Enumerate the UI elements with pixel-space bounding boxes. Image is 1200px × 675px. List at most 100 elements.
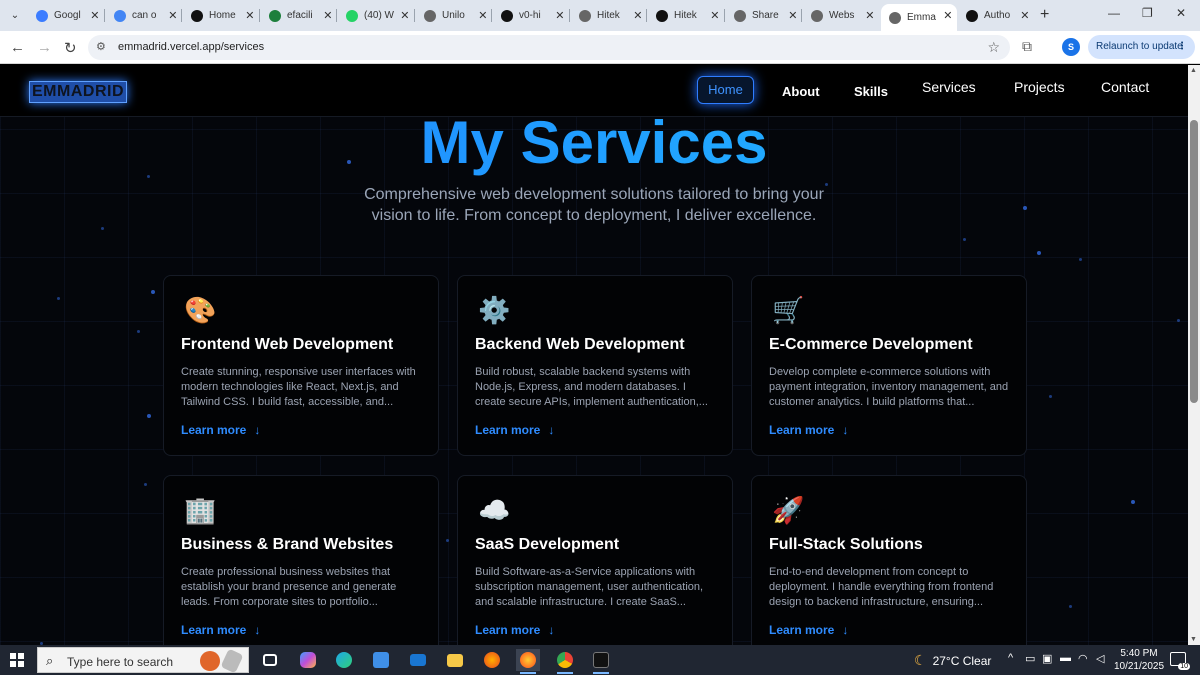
tab-close-icon[interactable]: ✕ (168, 9, 177, 22)
microsoft-store-icon[interactable] (369, 649, 393, 671)
nav-about[interactable]: About (782, 84, 820, 99)
mail-icon[interactable] (406, 649, 430, 671)
tab-close-icon[interactable]: ✕ (788, 9, 797, 22)
tab-title: Autho (984, 10, 1011, 21)
nav-projects[interactable]: Projects (1014, 79, 1065, 95)
basketball-search-highlight-icon[interactable] (200, 651, 220, 671)
new-tab-plus-icon[interactable]: + (1040, 6, 1049, 24)
learn-more-link[interactable]: Learn more ↓ (475, 623, 554, 637)
vercel-icon (966, 9, 978, 22)
search-highlight-pin-icon[interactable] (220, 648, 244, 674)
browser-tab[interactable]: (40) W ✕ (338, 4, 414, 27)
browser-tab[interactable]: Googl ✕ (28, 4, 104, 27)
page-scrollbar[interactable]: ▲ ▼ (1188, 65, 1200, 645)
page-viewport: EMMADRID Home About Skills Services Proj… (0, 65, 1188, 645)
tab-close-icon[interactable]: ✕ (710, 9, 719, 22)
wifi-icon[interactable]: ◠ (1078, 652, 1088, 665)
browser-tab[interactable]: Unilo ✕ (416, 4, 492, 27)
tab-title: Hitek (597, 10, 620, 21)
address-bar[interactable]: ⚙ emmadrid.vercel.app/services ☆ (88, 35, 1010, 60)
file-explorer-icon[interactable] (443, 649, 467, 671)
scroll-down-arrow-icon[interactable]: ▼ (1190, 636, 1197, 643)
learn-more-link[interactable]: Learn more ↓ (769, 423, 848, 437)
browser-tab[interactable]: Home ✕ (183, 4, 259, 27)
browser-tab[interactable]: Hitek ✕ (648, 4, 724, 27)
scroll-up-arrow-icon[interactable]: ▲ (1190, 67, 1197, 74)
tab-close-icon[interactable]: ✕ (323, 9, 332, 22)
relaunch-to-update-button[interactable]: Relaunch to update ⋮ (1088, 35, 1195, 59)
nav-skills[interactable]: Skills (854, 84, 888, 99)
speaker-icon[interactable]: ◁ (1096, 652, 1104, 665)
particle-dot (101, 227, 104, 230)
learn-more-link[interactable]: Learn more ↓ (181, 423, 260, 437)
tab-close-icon[interactable]: ✕ (943, 9, 952, 22)
learn-more-link[interactable]: Learn more ↓ (475, 423, 554, 437)
browser-tab[interactable]: Webs ✕ (803, 4, 879, 27)
notification-center-icon[interactable]: 10 (1170, 652, 1190, 670)
service-card-frontend[interactable]: 🎨 Frontend Web Development Create stunni… (163, 275, 439, 456)
tray-app-icon[interactable]: ▭ (1025, 652, 1035, 665)
service-card-business[interactable]: 🏢 Business & Brand Websites Create profe… (163, 475, 439, 645)
windows-start-icon[interactable] (10, 653, 24, 667)
close-window-icon[interactable]: ✕ (1176, 6, 1186, 20)
profile-avatar[interactable]: S (1062, 38, 1080, 56)
service-card-saas[interactable]: ☁️ SaaS Development Build Software-as-a-… (457, 475, 733, 645)
weather-widget[interactable]: ☾ 27°C Clear (914, 652, 991, 669)
firefox-icon[interactable] (480, 649, 504, 671)
service-card-backend[interactable]: ⚙️ Backend Web Development Build robust,… (457, 275, 733, 456)
nav-contact[interactable]: Contact (1101, 79, 1149, 95)
learn-more-link[interactable]: Learn more ↓ (769, 623, 848, 637)
tab-close-icon[interactable]: ✕ (555, 9, 564, 22)
particle-dot (137, 330, 140, 333)
service-card-fullstack[interactable]: 🚀 Full-Stack Solutions End-to-end develo… (751, 475, 1027, 645)
battery-icon[interactable]: ▬ (1060, 652, 1071, 664)
browser-tab[interactable]: Share ✕ (726, 4, 802, 27)
learn-more-link[interactable]: Learn more ↓ (181, 623, 260, 637)
nav-services[interactable]: Services (922, 79, 976, 95)
arrow-down-icon: ↓ (254, 423, 261, 437)
more-menu-icon[interactable]: ⋮ (1177, 35, 1187, 59)
taskbar-search-box[interactable]: ⌕ Type here to search (37, 647, 249, 674)
minimize-icon[interactable]: — (1108, 6, 1120, 20)
tab-close-icon[interactable]: ✕ (633, 9, 642, 22)
tray-chevron-up-icon[interactable]: ^ (1008, 652, 1013, 664)
url-text[interactable]: emmadrid.vercel.app/services (118, 41, 264, 53)
reload-icon[interactable]: ↻ (64, 39, 77, 57)
browser-tab[interactable]: efacili ✕ (261, 4, 337, 27)
site-settings-icon[interactable]: ⚙ (96, 40, 106, 53)
system-clock[interactable]: 5:40 PM 10/21/2025 (1111, 647, 1167, 673)
tab-close-icon[interactable]: ✕ (400, 9, 409, 22)
browser-tab[interactable]: v0-hi ✕ (493, 4, 569, 27)
tab-title: Share (752, 10, 779, 21)
restore-icon[interactable]: ❐ (1142, 6, 1153, 20)
globe-icon (734, 9, 746, 22)
firefox-dev-icon[interactable] (516, 649, 540, 674)
tab-close-icon[interactable]: ✕ (865, 9, 874, 22)
tab-close-icon[interactable]: ✕ (90, 9, 99, 22)
terminal-icon[interactable] (589, 649, 613, 674)
tab-close-icon[interactable]: ✕ (478, 9, 487, 22)
extensions-puzzle-icon[interactable]: ⧉ (1022, 38, 1032, 55)
site-logo[interactable]: EMMADRID (29, 81, 127, 103)
tab-close-icon[interactable]: ✕ (1020, 9, 1029, 22)
bookmark-star-icon[interactable]: ☆ (987, 39, 1000, 56)
back-arrow-icon[interactable]: ← (10, 39, 25, 56)
service-card-ecommerce[interactable]: 🛒 E-Commerce Development Develop complet… (751, 275, 1027, 456)
browser-tab[interactable]: Hitek ✕ (571, 4, 647, 27)
browser-tab[interactable]: can o ✕ (106, 4, 182, 27)
chrome-icon[interactable] (553, 649, 577, 674)
browser-tab[interactable]: Autho ✕ (958, 4, 1034, 27)
edge-browser-icon[interactable] (332, 649, 356, 671)
tab-close-icon[interactable]: ✕ (245, 9, 254, 22)
forward-arrow-icon[interactable]: → (37, 39, 52, 56)
browser-tab[interactable]: Emma ✕ (881, 4, 957, 31)
task-view-icon[interactable] (258, 649, 282, 671)
copilot-icon[interactable] (296, 649, 320, 671)
nav-home[interactable]: Home (697, 76, 754, 104)
tab-search-chevron-icon[interactable]: ⌄ (6, 6, 24, 24)
tray-photos-icon[interactable]: ▣ (1042, 652, 1052, 665)
arrow-down-icon: ↓ (548, 623, 555, 637)
card-title: Business & Brand Websites (181, 536, 394, 553)
efacility-icon (269, 9, 281, 22)
scrollbar-thumb[interactable] (1190, 120, 1198, 403)
